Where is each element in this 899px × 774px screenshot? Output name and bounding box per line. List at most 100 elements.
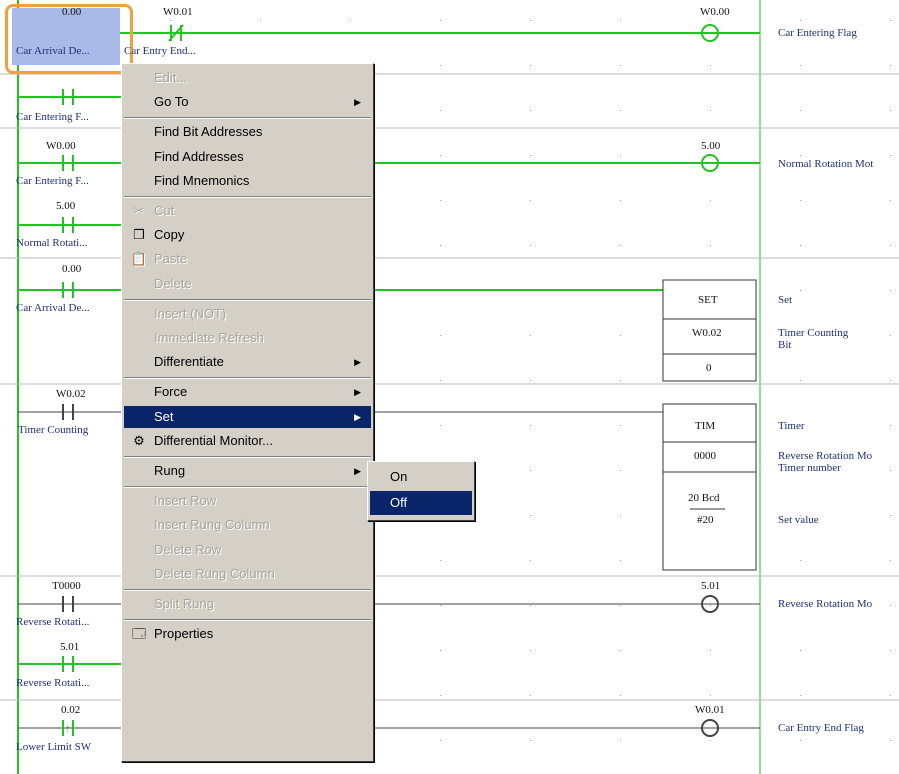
menu-item-paste[interactable]: 📋 Paste bbox=[124, 248, 371, 270]
grid-dot bbox=[710, 695, 711, 696]
grid-dot bbox=[530, 560, 531, 561]
grid-dot bbox=[890, 110, 891, 111]
grid-dot bbox=[620, 605, 621, 606]
contact-comment: Car Entry End... bbox=[124, 45, 196, 57]
menu-item-delete-row[interactable]: Delete Row bbox=[124, 539, 371, 561]
submenu-arrow-icon: ▶ bbox=[354, 466, 361, 476]
grid-dot bbox=[440, 65, 441, 66]
menu-item-rung[interactable]: Rung ▶ bbox=[124, 460, 371, 482]
set-submenu[interactable]: On Off bbox=[367, 461, 475, 521]
menu-item-force[interactable]: Force ▶ bbox=[124, 381, 371, 403]
contact-comment: Car Arrival De... bbox=[16, 45, 90, 57]
menu-item-insert-row[interactable]: Insert Row bbox=[124, 490, 371, 512]
menu-item-label: Delete bbox=[154, 275, 192, 291]
menu-item-differential-monitor[interactable]: ⚙ Differential Monitor... bbox=[124, 430, 371, 452]
grid-dot bbox=[710, 650, 711, 651]
menu-item-edit[interactable]: Edit... bbox=[124, 67, 371, 89]
submenu-item-off[interactable]: Off bbox=[370, 491, 472, 515]
menu-item-copy[interactable]: ❐ Copy bbox=[124, 224, 371, 246]
menu-separator bbox=[124, 298, 371, 301]
coil-comment: Car Entry End Flag bbox=[778, 722, 864, 734]
contact-address: T0000 bbox=[52, 580, 81, 592]
menu-item-set[interactable]: Set ▶ bbox=[124, 405, 371, 428]
grid-dot bbox=[710, 110, 711, 111]
grid-dot bbox=[890, 245, 891, 246]
grid-dot bbox=[440, 380, 441, 381]
menu-item-label: Find Bit Addresses bbox=[154, 124, 263, 140]
instruction-operand: #20 bbox=[697, 514, 714, 526]
menu-item-immediate-refresh[interactable]: Immediate Refresh bbox=[124, 327, 371, 349]
grid-dot bbox=[620, 245, 621, 246]
coil-address: W0.01 bbox=[695, 704, 725, 716]
instruction-operand: 20 Bcd bbox=[688, 492, 720, 504]
menu-item-insert-rung-column[interactable]: Insert Rung Column bbox=[124, 514, 371, 536]
menu-item-label: Find Addresses bbox=[154, 148, 244, 164]
grid-dot bbox=[530, 20, 531, 21]
menu-item-find-mnemonics[interactable]: Find Mnemonics bbox=[124, 170, 371, 192]
menu-item-label: Split Rung bbox=[154, 596, 214, 611]
grid-dot bbox=[260, 20, 261, 21]
grid-dot bbox=[350, 20, 351, 21]
menu-item-insert-not[interactable]: Insert (NOT) bbox=[124, 303, 371, 325]
grid-dot bbox=[890, 515, 891, 516]
grid-dot bbox=[530, 380, 531, 381]
coil-comment: Reverse Rotation Mo bbox=[778, 598, 873, 610]
menu-item-find-addresses[interactable]: Find Addresses bbox=[124, 146, 371, 168]
grid-dot bbox=[800, 110, 801, 111]
scissors-icon: ✂ bbox=[133, 203, 145, 218]
copy-icon: ❐ bbox=[133, 227, 145, 243]
menu-item-split-rung[interactable]: Split Rung bbox=[124, 593, 371, 615]
menu-separator bbox=[124, 196, 371, 198]
grid-dot bbox=[170, 20, 171, 21]
menu-item-properties[interactable]: 🗔 Properties bbox=[124, 623, 371, 645]
grid-dot bbox=[800, 65, 801, 66]
grid-dot bbox=[530, 605, 531, 606]
grid-dot bbox=[620, 335, 621, 336]
contact-comment: Lower Limit SW bbox=[16, 741, 92, 753]
grid-dot bbox=[620, 425, 621, 426]
grid-dot bbox=[890, 155, 891, 156]
grid-dot bbox=[890, 560, 891, 561]
menu-separator bbox=[124, 619, 371, 622]
grid-dot bbox=[440, 695, 441, 696]
submenu-arrow-icon: ▶ bbox=[354, 411, 361, 422]
coil-address: 5.00 bbox=[701, 140, 721, 152]
contact-address: 0.00 bbox=[62, 263, 82, 275]
menu-item-label: Differentiate bbox=[154, 354, 224, 370]
grid-dot bbox=[800, 560, 801, 561]
menu-item-label: Properties bbox=[154, 626, 214, 642]
grid-dot bbox=[620, 650, 621, 651]
grid-dot bbox=[530, 515, 531, 516]
grid-dot bbox=[800, 200, 801, 201]
menu-item-go-to[interactable]: Go To ▶ bbox=[124, 91, 371, 113]
grid-dot bbox=[800, 20, 801, 21]
menu-item-label: Cut bbox=[154, 203, 175, 218]
grid-dot bbox=[620, 695, 621, 696]
instruction-comment: Timer Counting bbox=[778, 327, 849, 339]
menu-item-find-bit-addresses[interactable]: Find Bit Addresses bbox=[124, 121, 371, 143]
instruction-comment: Set value bbox=[778, 514, 819, 526]
submenu-arrow-icon: ▶ bbox=[354, 97, 361, 108]
grid-dot bbox=[800, 650, 801, 651]
grid-dot bbox=[440, 110, 441, 111]
grid-dot bbox=[530, 110, 531, 111]
grid-dot bbox=[440, 560, 441, 561]
menu-item-delete-rung-column[interactable]: Delete Rung Column bbox=[124, 563, 371, 585]
instruction-comment: Reverse Rotation Mo bbox=[778, 450, 873, 462]
menu-item-label: Copy bbox=[154, 227, 185, 243]
menu-item-label: Delete Row bbox=[154, 541, 222, 557]
submenu-item-on[interactable]: On bbox=[370, 465, 472, 489]
grid-dot bbox=[440, 245, 441, 246]
menu-item-label: Edit... bbox=[154, 70, 188, 85]
grid-dot bbox=[890, 290, 891, 291]
grid-dot bbox=[440, 650, 441, 651]
menu-item-differentiate[interactable]: Differentiate ▶ bbox=[124, 351, 371, 373]
menu-item-delete[interactable]: Delete bbox=[124, 273, 371, 295]
context-menu[interactable]: Edit... Go To ▶ Find Bit Addresses Find Addr… bbox=[121, 63, 374, 762]
contact-address: 0.00 bbox=[62, 6, 82, 18]
coil-address: 5.01 bbox=[701, 580, 721, 592]
contact-rising-arrow: ↑ bbox=[65, 723, 71, 735]
grid-dot bbox=[890, 695, 891, 696]
menu-item-cut[interactable]: ✂ Cut bbox=[124, 200, 371, 222]
menu-item-label: Differential Monitor... bbox=[154, 432, 273, 448]
